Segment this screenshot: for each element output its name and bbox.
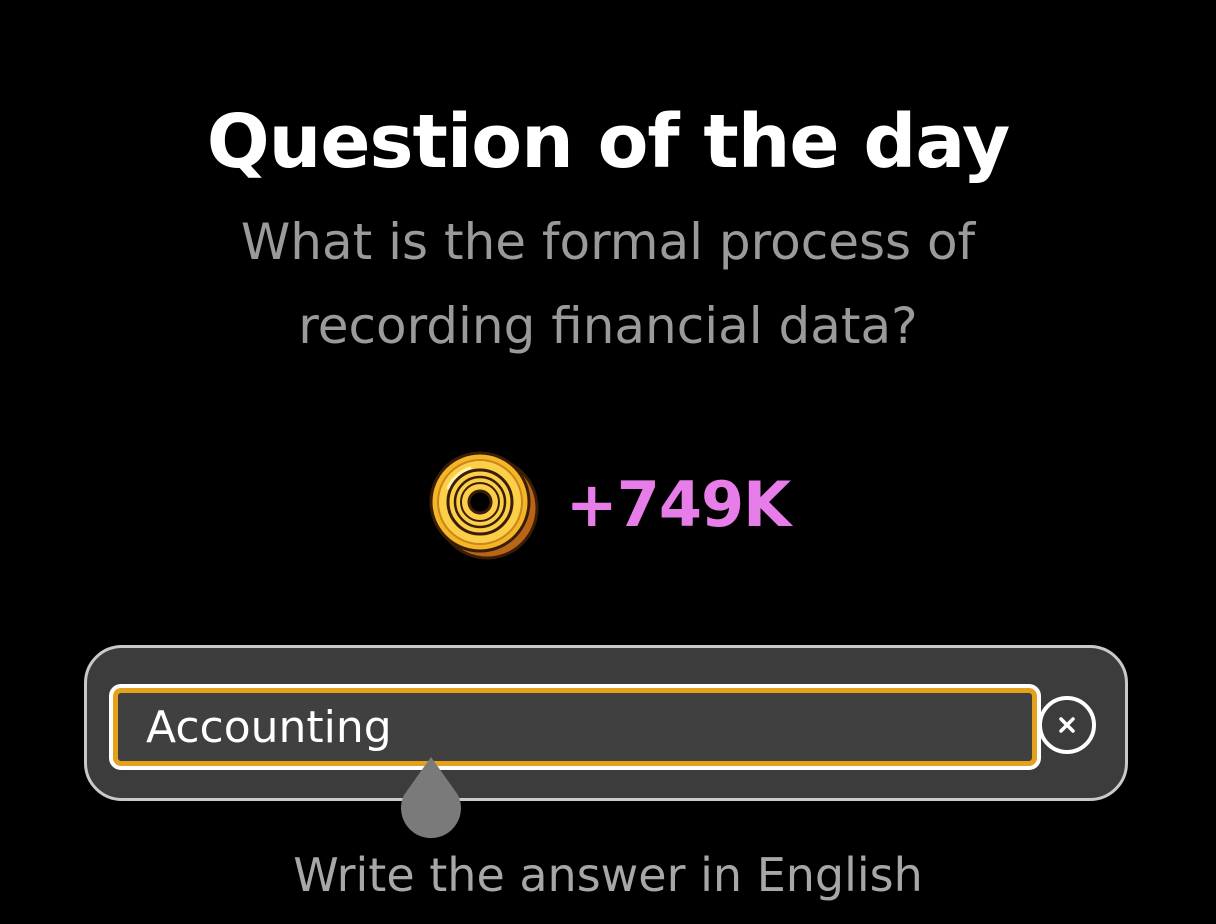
hint-text: Write the answer in English xyxy=(293,848,923,902)
clear-button[interactable] xyxy=(1038,696,1096,754)
text-cursor-handle[interactable] xyxy=(396,755,466,839)
reward-amount: +749K xyxy=(565,468,791,541)
close-icon xyxy=(1059,717,1075,733)
page-title: Question of the day xyxy=(206,99,1011,185)
reward-row: +749K xyxy=(0,448,1216,562)
answer-panel xyxy=(84,645,1128,801)
answer-input[interactable] xyxy=(113,688,1037,766)
coin-icon xyxy=(429,451,539,560)
answer-input-frame xyxy=(109,684,1041,770)
question-text: What is the formal process of recording … xyxy=(240,213,976,355)
